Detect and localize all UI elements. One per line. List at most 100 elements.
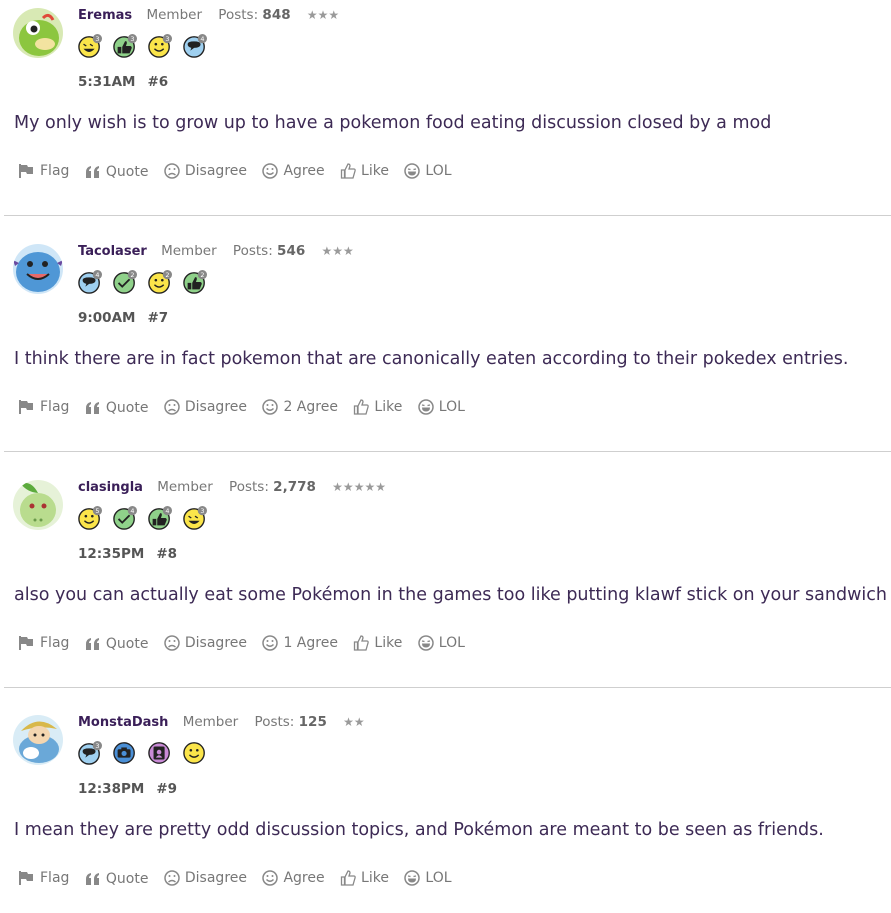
posts-label: Posts: [254,714,295,730]
avatar[interactable] [13,244,63,294]
quote-button[interactable]: Quote [85,871,148,887]
post-number[interactable]: #7 [147,310,168,326]
wooper-avatar [13,244,63,294]
username-link[interactable]: Tacolaser [78,244,147,259]
post-actions: Flag Quote Disagree Agree Like LOL [18,163,463,183]
post-body: My only wish is to grow up to have a pok… [14,113,772,133]
thumbs-up-icon [354,399,370,415]
posts-label: Posts: [232,243,273,259]
quote-button[interactable]: Quote [85,636,148,652]
smile-icon [262,635,279,651]
post-divider [4,687,891,688]
post-timestamp[interactable]: 5:31AM [78,74,135,90]
flag-button[interactable]: Flag [18,163,69,179]
agree-button[interactable]: Agree [262,163,325,179]
check-badge-icon[interactable]: 4 [113,506,137,530]
avatar[interactable] [13,715,63,765]
post-timestamp[interactable]: 9:00AM [78,310,135,326]
disagree-button[interactable]: Disagree [164,399,247,415]
post-time[interactable]: 12:38PM #9 [78,781,177,797]
posts-count: 546 [277,243,306,259]
post-body: I mean they are pretty odd discussion to… [14,820,824,840]
post-timestamp[interactable]: 12:38PM [78,781,144,797]
thumbs-up-badge-icon[interactable]: 4 [148,506,172,530]
post-time[interactable]: 5:31AM #6 [78,74,168,90]
user-role: Member [157,479,213,495]
check-badge-icon[interactable]: 2 [113,270,137,294]
badge-count: 3 [200,507,204,515]
username-link[interactable]: MonstaDash [78,715,168,730]
disagree-button[interactable]: Disagree [164,870,247,886]
post-divider [4,215,891,216]
username-link[interactable]: clasingla [78,480,143,495]
post-6: Eremas Member Posts: 848 ★★★ 3 3 3 4 5:3… [0,7,891,208]
like-button[interactable]: Like [340,870,389,886]
smile-badge-icon[interactable]: 2 [148,270,172,294]
like-button[interactable]: Like [340,163,389,179]
badge-count: 3 [165,35,169,43]
post-number[interactable]: #9 [156,781,177,797]
lol-button[interactable]: LOL [404,163,452,179]
comment-badge-icon[interactable]: 4 [183,34,207,58]
thumbs-up-badge-icon[interactable]: 2 [183,270,207,294]
laugh-icon [404,163,421,179]
contact-badge-icon[interactable] [148,741,172,765]
rank-stars: ★★ [343,715,365,729]
flag-icon [19,400,33,414]
badge-count: 2 [200,271,204,279]
badge-count: 5 [95,507,99,515]
flag-button[interactable]: Flag [18,870,69,886]
smile-icon [262,399,279,415]
agree-button[interactable]: 2 Agree [262,399,338,415]
frown-icon [164,635,180,651]
lol-button[interactable]: LOL [418,635,465,651]
thumbs-up-icon [340,870,356,886]
post-timestamp[interactable]: 12:35PM [78,546,144,562]
agree-button[interactable]: 1 Agree [262,635,338,651]
smile-badge-icon[interactable]: 3 [148,34,172,58]
flag-button[interactable]: Flag [18,399,69,415]
lol-button[interactable]: LOL [404,870,452,886]
laugh-badge-icon[interactable]: 3 [78,34,102,58]
smile-badge-icon[interactable]: 5 [78,506,102,530]
laugh-badge-icon[interactable]: 3 [183,506,207,530]
comment-badge-icon[interactable]: 3 [78,741,102,765]
badge-count: 2 [165,271,169,279]
user-meta: clasingla Member Posts: 2,778 ★★★★★ [78,479,386,495]
quote-button[interactable]: Quote [85,400,148,416]
post-actions: Flag Quote Disagree 1 Agree Like LOL [18,635,476,655]
avatar[interactable] [13,480,63,530]
flag-button[interactable]: Flag [18,635,69,651]
disagree-button[interactable]: Disagree [164,635,247,651]
quote-button[interactable]: Quote [85,164,148,180]
badge-count: 2 [130,271,134,279]
laugh-icon [418,635,434,651]
post-body: I think there are in fact pokemon that a… [14,349,849,369]
thumbs-up-badge-icon[interactable]: 3 [113,34,137,58]
disagree-button[interactable]: Disagree [164,163,247,179]
posts-label: Posts: [218,7,259,23]
comment-badge-icon[interactable]: 4 [78,270,102,294]
agree-button[interactable]: Agree [262,870,325,886]
post-time[interactable]: 9:00AM #7 [78,310,168,326]
user-role: Member [146,7,202,23]
post-number[interactable]: #8 [156,546,177,562]
chikorita-avatar [13,480,63,530]
flag-icon [19,164,33,178]
post-body: also you can actually eat some Pokémon i… [14,585,887,605]
camera-badge-icon[interactable] [113,741,137,765]
username-link[interactable]: Eremas [78,8,132,23]
user-role: Member [182,714,239,730]
rank-stars: ★★★ [306,8,340,22]
smile-badge-icon[interactable] [183,741,207,765]
like-button[interactable]: Like [353,399,402,415]
thumbs-up-icon [340,163,356,179]
user-meta: Tacolaser Member Posts: 546 ★★★ [78,243,354,259]
lol-button[interactable]: LOL [418,399,465,415]
post-number[interactable]: #6 [147,74,168,90]
smile-icon [262,870,279,886]
avatar[interactable] [13,8,63,58]
like-button[interactable]: Like [353,635,402,651]
post-time[interactable]: 12:35PM #8 [78,546,177,562]
post-actions: Flag Quote Disagree 2 Agree Like LOL [18,399,476,419]
